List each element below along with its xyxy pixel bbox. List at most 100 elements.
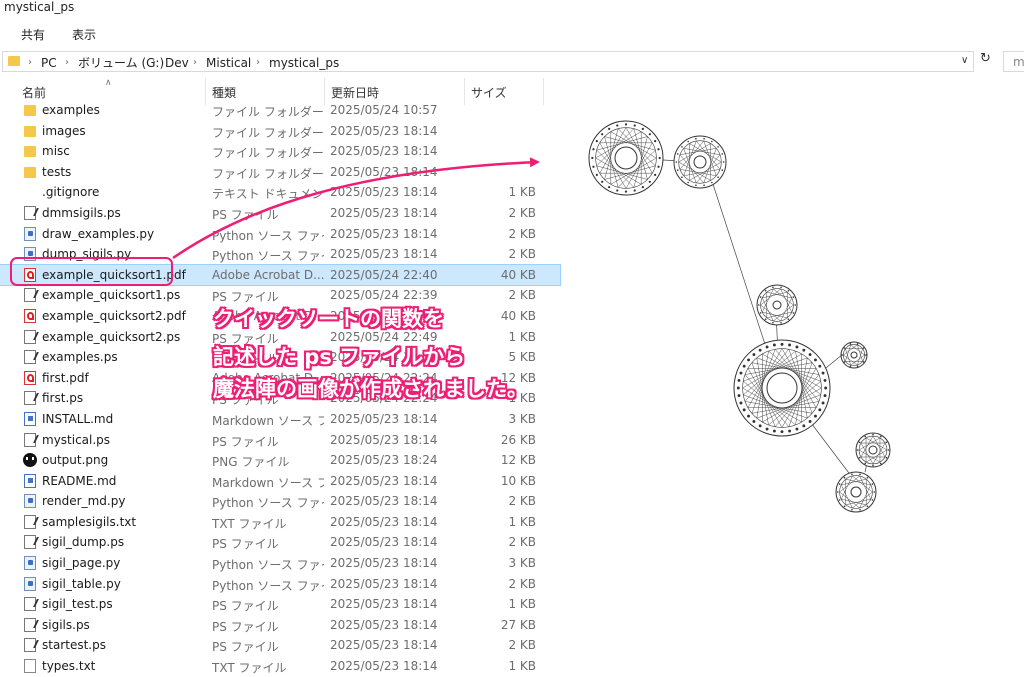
breadcrumb-mistical[interactable]: Mistical [206,56,251,70]
file-row[interactable]: .gitignore テキスト ドキュメント 2025/05/23 18:14 1 K… [0,182,560,203]
file-type: PS ファイル [212,599,279,614]
magic-circle [756,284,798,326]
file-row[interactable]: tests ファイル フォルダー 2025/05/23 18:14 [0,162,560,183]
file-row[interactable]: sigils.ps PS ファイル 2025/05/23 18:14 27 KB [0,615,560,636]
file-row[interactable]: samplesigils.txt TXT ファイル 2025/05/23 18:14… [0,512,560,533]
file-type: ファイル フォルダー [212,146,324,161]
file-date: 2025/05/23 18:14 [330,597,438,612]
file-row[interactable]: sigil_page.py Python ソース ファイル 2025/05/23 1… [0,553,560,574]
ps-file-icon [24,432,36,447]
file-type: Markdown ソース フ... [212,413,324,428]
file-row[interactable]: output.png PNG ファイル 2025/05/23 18:24 12 KB [0,450,560,471]
file-size: 5 KB [508,350,536,365]
annotation-line-2: 記述した ps ファイルから [213,345,466,369]
file-date: 2025/05/23 18:14 [330,185,438,200]
ps-file-icon [24,597,36,612]
column-size[interactable]: サイズ [471,84,507,101]
file-type: TXT ファイル [212,516,287,531]
file-name: types.txt [42,659,96,674]
breadcrumb-dev[interactable]: Dev [165,56,189,70]
file-date: 2025/05/23 18:14 [330,473,438,488]
breadcrumb-mystical-ps[interactable]: mystical_ps [269,56,339,70]
py-file-icon [24,576,36,591]
file-date: 2025/05/23 18:14 [330,556,438,571]
file-date: 2025/05/23 18:14 [330,659,438,674]
file-type: Markdown ソース フ... [212,475,324,490]
file-row[interactable]: sigil_dump.ps PS ファイル 2025/05/23 18:14 2 KB [0,532,560,553]
file-date: 2025/05/23 18:14 [330,144,438,159]
folder-file-icon [24,125,36,137]
chevron-right-icon[interactable]: › [256,56,260,70]
md-file-icon [24,473,36,488]
refresh-icon[interactable]: ↻ [977,51,994,71]
file-type: Python ソース ファイル [212,558,324,573]
file-row[interactable]: README.md Markdown ソース フ... 2025/05/23 18:… [0,471,560,492]
file-type: ファイル フォルダー [212,105,324,119]
file-type: Python ソース ファイル [212,228,324,243]
file-date: 2025/05/23 18:14 [330,535,438,550]
chevron-right-icon[interactable]: › [193,56,197,70]
md-file-icon [24,411,36,426]
file-name: sigil_page.py [42,556,121,571]
ribbon-tab-view[interactable]: 表示 [72,26,96,43]
column-name[interactable]: 名前 [22,84,46,101]
file-row[interactable]: mystical.ps PS ファイル 2025/05/23 18:14 26 KB [0,430,560,451]
file-size: 1 KB [508,514,536,529]
file-row[interactable]: types.txt TXT ファイル 2025/05/23 18:14 1 KB [0,656,560,677]
file-date: 2025/05/23 18:14 [330,247,438,262]
ribbon-tab-share[interactable]: 共有 [21,26,45,43]
file-row[interactable]: sigil_test.ps PS ファイル 2025/05/23 18:14 1 KB [0,594,560,615]
file-type: Python ソース ファイル [212,496,324,511]
search-input[interactable]: my [1003,51,1024,72]
file-name: .gitignore [42,185,100,200]
file-row[interactable]: sigil_table.py Python ソース ファイル 2025/05/23 … [0,574,560,595]
file-type: PS ファイル [212,434,279,449]
chevron-right-icon[interactable]: › [28,56,32,70]
magic-circle-image [588,120,891,513]
chevron-down-icon[interactable]: ∨ [961,55,968,66]
file-row[interactable]: render_md.py Python ソース ファイル 2025/05/23 18… [0,491,560,512]
ps-file-icon [24,205,36,220]
address-bar[interactable]: › PC › ボリューム (G:) › Dev › Mistical › mys… [2,51,974,72]
file-row[interactable]: misc ファイル フォルダー 2025/05/23 18:14 [0,141,560,162]
file-date: 2025/05/23 18:14 [330,617,438,632]
file-row[interactable]: startest.ps PS ファイル 2025/05/23 18:14 2 KB [0,635,560,656]
file-size: 2 KB [508,494,536,509]
ribbon: 共有 表示 [0,20,1024,47]
file-name: dmmsigils.ps [42,205,121,220]
magic-circle [835,471,877,513]
file-date: 2025/05/23 18:24 [330,453,438,468]
file-name: render_md.py [42,494,126,509]
breadcrumb-pc[interactable]: PC [41,56,57,70]
file-row[interactable]: draw_examples.py Python ソース ファイル 2025/05/2… [0,224,560,245]
column-date[interactable]: 更新日時 [331,84,379,101]
ps-file-icon [24,514,36,529]
file-size: 40 KB [500,308,536,323]
file-type: Adobe Acrobat D... [212,267,324,282]
file-row[interactable]: dmmsigils.ps PS ファイル 2025/05/23 18:14 2 KB [0,203,560,224]
file-name: misc [42,144,70,159]
file-row[interactable]: images ファイル フォルダー 2025/05/23 18:14 [0,121,560,142]
magic-circle [733,339,831,437]
column-type[interactable]: 種類 [212,84,236,101]
file-name: sigil_dump.ps [42,535,125,550]
file-type: PS ファイル [212,207,279,222]
folder-file-icon [24,166,36,178]
file-type: PS ファイル [212,537,279,552]
file-row[interactable]: INSTALL.md Markdown ソース フ... 2025/05/23 18… [0,409,560,430]
file-name: tests [42,164,72,179]
magic-circle [855,432,891,468]
file-size: 3 KB [508,411,536,426]
file-date: 2025/05/23 18:14 [330,226,438,241]
file-date: 2025/05/23 18:14 [330,638,438,653]
file-date: 2025/05/24 22:39 [330,288,438,303]
file-type: TXT ファイル [212,661,287,676]
pdf-file-icon [24,370,36,385]
file-size: 10 KB [500,473,536,488]
chevron-right-icon[interactable]: › [152,56,156,70]
file-row[interactable]: examples ファイル フォルダー 2025/05/24 10:57 [0,100,560,121]
file-name: sigil_test.ps [42,597,113,612]
file-size: 1 KB [508,597,536,612]
chevron-right-icon[interactable]: › [65,56,69,70]
ps-file-icon [24,288,36,303]
